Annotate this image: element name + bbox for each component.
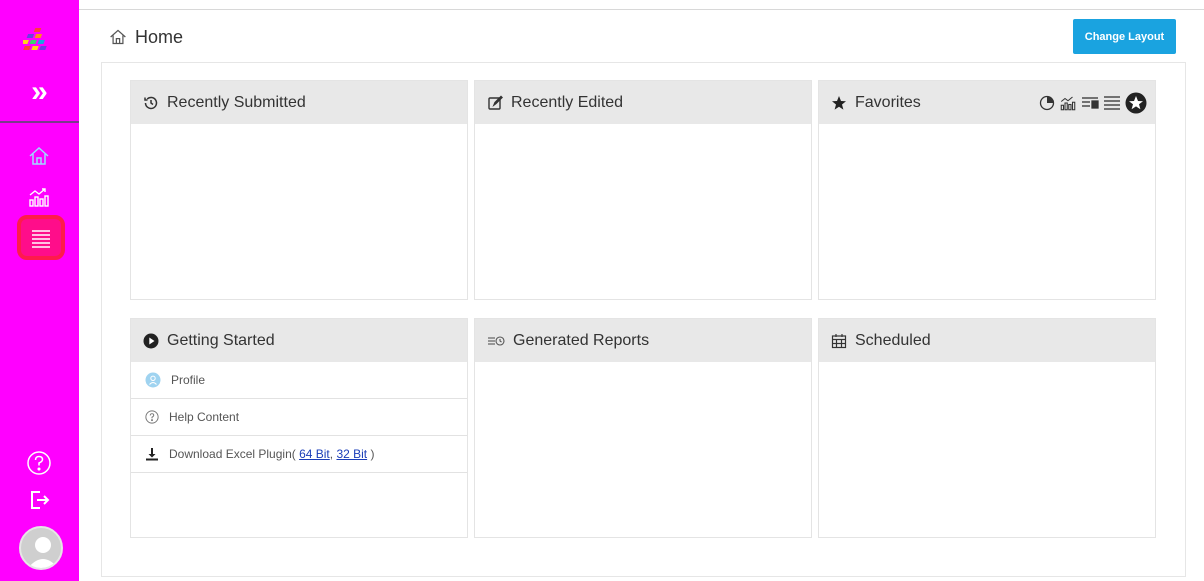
download-text: Download Excel Plugin( 64 Bit, 32 Bit ) [169, 447, 374, 461]
favorites-toolbar [1039, 92, 1147, 114]
list-item-profile[interactable]: Profile [131, 362, 467, 399]
panel-header: Generated Reports [475, 319, 811, 362]
panel-header: Recently Edited [475, 81, 811, 124]
analytics-chart-icon[interactable] [1059, 94, 1077, 112]
sidebar-item-logout[interactable] [21, 482, 57, 518]
panel-getting-started: Getting Started Profile Help Content Dow… [130, 318, 468, 538]
app-window: » Home Change Layout Recently Submitted … [0, 0, 1204, 581]
page-title: Home [109, 26, 183, 48]
download-separator: , [329, 447, 334, 461]
download-32bit-link[interactable]: 32 Bit [336, 447, 367, 461]
home-icon [29, 146, 49, 165]
panel-recently-edited: Recently Edited [474, 80, 812, 300]
sidebar-item-reports[interactable] [17, 215, 65, 260]
panel-title: Recently Edited [511, 93, 624, 111]
history-icon [144, 96, 158, 109]
panel-title: Scheduled [855, 331, 931, 349]
list-lines-icon [32, 229, 50, 248]
star-icon [832, 95, 846, 110]
panel-scheduled: Scheduled [818, 318, 1156, 538]
panel-favorites: Favorites [818, 80, 1156, 300]
download-64bit-link[interactable]: 64 Bit [299, 447, 330, 461]
help-circle-icon [145, 410, 159, 424]
list-item-help-content[interactable]: Help Content [131, 399, 467, 436]
list-bars-icon[interactable] [1081, 95, 1099, 111]
help-circle-icon [27, 451, 51, 475]
panel-title: Recently Submitted [167, 93, 306, 111]
sidebar-divider [0, 121, 79, 123]
sidebar-item-analytics[interactable] [21, 179, 57, 215]
profile-link[interactable]: Profile [171, 373, 205, 387]
calendar-icon [831, 333, 847, 348]
panel-header: Recently Submitted [131, 81, 467, 124]
download-icon [146, 448, 158, 461]
list-lines-icon[interactable] [1103, 95, 1121, 111]
panel-title: Generated Reports [513, 331, 650, 349]
user-circle-icon [145, 372, 161, 388]
download-prefix: Download Excel Plugin( [169, 447, 296, 461]
panel-header: Favorites [819, 81, 1155, 124]
panel-header: Scheduled [819, 319, 1155, 362]
brand-logo[interactable] [21, 26, 57, 56]
sidebar-expand-button[interactable]: » [0, 66, 79, 118]
list-item-download-plugin: Download Excel Plugin( 64 Bit, 32 Bit ) [131, 436, 467, 473]
panel-recently-submitted: Recently Submitted [130, 80, 468, 300]
logout-icon [31, 491, 50, 509]
download-suffix: ) [370, 447, 375, 461]
panel-title: Getting Started [167, 331, 275, 349]
dashboard-content: Recently Submitted Recently Edited Favor… [101, 62, 1186, 577]
top-border [79, 9, 1204, 10]
change-layout-button[interactable]: Change Layout [1073, 19, 1176, 54]
analytics-chart-icon [29, 188, 49, 207]
star-circle-icon[interactable] [1125, 92, 1147, 114]
page-title-text: Home [135, 26, 184, 47]
user-avatar[interactable] [19, 526, 63, 570]
avatar-icon [28, 537, 58, 568]
panel-header: Getting Started [131, 319, 467, 362]
play-circle-icon [143, 333, 159, 348]
home-icon [110, 29, 126, 45]
sidebar: » [0, 0, 79, 581]
help-content-link[interactable]: Help Content [169, 410, 239, 424]
panel-title: Favorites [855, 93, 921, 111]
pie-chart-icon[interactable] [1039, 95, 1055, 111]
panel-generated-reports: Generated Reports [474, 318, 812, 538]
report-clock-icon [488, 335, 505, 346]
sidebar-item-help[interactable] [21, 445, 57, 481]
sidebar-item-home[interactable] [21, 138, 57, 174]
edit-icon [488, 95, 503, 110]
